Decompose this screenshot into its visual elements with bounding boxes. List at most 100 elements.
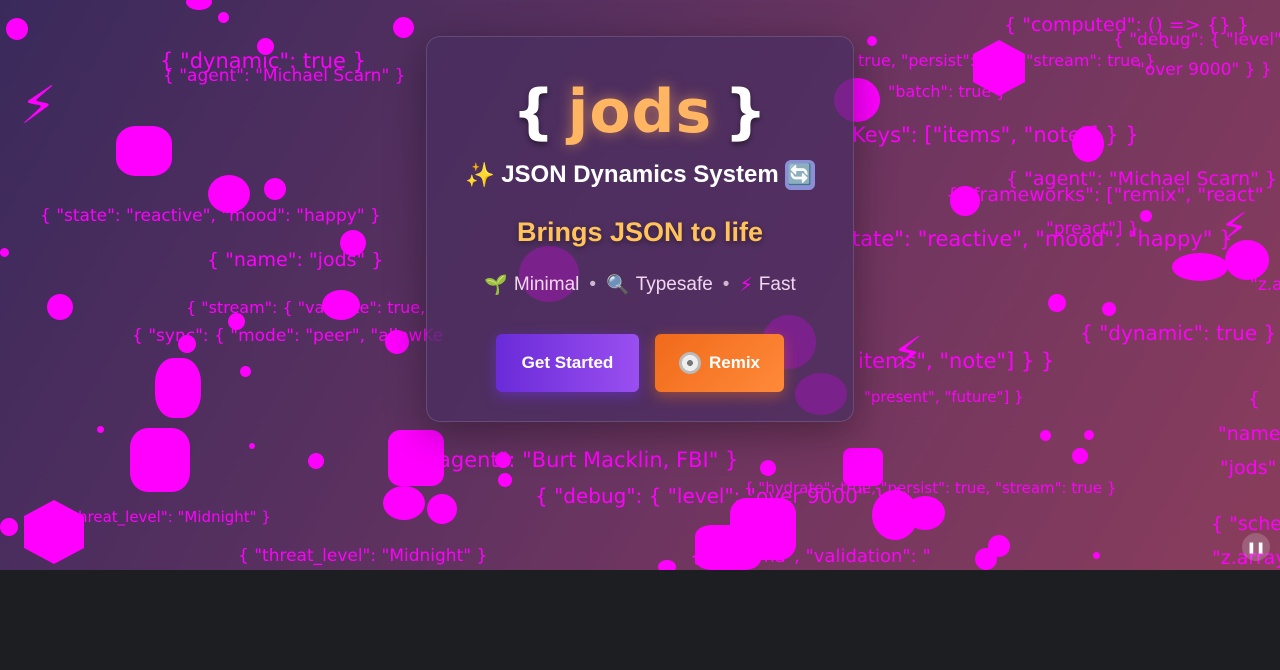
floating-particle — [1102, 302, 1116, 316]
floating-particle — [495, 452, 511, 468]
cta-buttons: Get Started Remix — [427, 334, 853, 392]
floating-particle — [228, 313, 245, 330]
subtitle: JSON Dynamics System — [501, 161, 779, 188]
floating-particle — [905, 496, 945, 530]
floating-json-snippet: hreat_level": "Midnight" } — [78, 508, 271, 526]
floating-particle — [218, 12, 229, 23]
floating-particle — [1093, 552, 1100, 559]
floating-json-snippet: "batch": true } — [888, 82, 1007, 101]
floating-particle — [1072, 448, 1088, 464]
floating-hexagon — [973, 40, 1025, 96]
floating-json-snippet: { "agent": "Michael Scarn" } — [1006, 168, 1278, 190]
floating-json-snippet: "z.arr — [1250, 275, 1280, 295]
magnifier-icon: 🔍 — [606, 275, 630, 296]
floating-particle — [1072, 126, 1104, 162]
floating-particle — [1084, 430, 1094, 440]
refresh-icon: 🔄 — [784, 160, 815, 190]
disc-icon — [678, 352, 701, 374]
floating-json-snippet: agent": "Burt Macklin, FBI" } — [438, 448, 739, 472]
floating-particle — [658, 560, 676, 570]
feature-list: 🌱 Minimal • 🔍 Typesafe • ⚡ Fast — [427, 273, 853, 297]
floating-particle — [340, 230, 366, 256]
floating-json-snippet: Keys": ["items", "note"] } } — [852, 123, 1139, 147]
floating-particle — [97, 426, 104, 433]
floating-particle — [6, 18, 28, 40]
floating-json-snippet: { "computed": () => {} } — [1004, 14, 1249, 36]
lightning-icon: ⚡ — [892, 329, 923, 378]
floating-json-snippet: { "threat_level": "Midnight" } — [238, 546, 488, 566]
lightning-icon: ⚡ — [20, 77, 57, 135]
floating-particle — [388, 430, 444, 486]
tagline: Brings JSON to life — [516, 217, 764, 247]
floating-json-snippet: { "frameworks": ["remix", "react" — [946, 184, 1264, 206]
floating-particle — [116, 126, 172, 176]
floating-particle — [867, 36, 877, 46]
floating-particle — [308, 453, 324, 469]
floating-particle — [730, 498, 796, 560]
floating-particle — [393, 17, 414, 38]
floating-json-snippet: { "stream": { "validate": true, — [186, 298, 426, 317]
floating-particle — [0, 518, 18, 536]
floating-particle — [385, 330, 409, 354]
logo-word: jods — [567, 77, 713, 147]
floating-particle — [427, 494, 457, 524]
floating-json-snippet: tate": "reactive", "mood": "happy" } — [852, 227, 1233, 251]
floating-particle — [130, 428, 190, 492]
logo-close-brace: } — [724, 77, 768, 147]
floating-json-snippet: { "agent": "Michael Scarn" } — [163, 66, 406, 86]
floating-particle — [1225, 240, 1269, 280]
floating-particle — [257, 38, 274, 55]
floating-json-snippet: { "dynamic": true } — [160, 49, 367, 73]
floating-particle — [695, 525, 761, 570]
get-started-button[interactable]: Get Started — [496, 334, 639, 392]
floating-particle — [322, 290, 360, 320]
feature-label: Typesafe — [635, 274, 713, 295]
floating-json-snippet: "over 9000" } } — [1137, 60, 1272, 80]
logo-open-brace: { — [512, 77, 556, 147]
floating-particle — [988, 535, 1010, 557]
feature-item: ⚡ Fast — [739, 274, 795, 297]
floating-json-snippet: { "hydrate": true, "persist": true, "str… — [744, 479, 1117, 497]
floating-particle — [1140, 210, 1152, 222]
floating-particle — [0, 248, 9, 257]
floating-particle — [264, 178, 286, 200]
hero-section: { "computed": () => {} } { "debug": { "l… — [0, 0, 1280, 570]
lightning-icon: ⚡ — [739, 274, 753, 296]
floating-particle — [760, 460, 776, 476]
lightning-icon: ⚡ — [1220, 206, 1249, 250]
floating-particle — [208, 175, 250, 213]
floating-json-snippet: { "schema", "validation": " — [690, 546, 931, 567]
floating-json-snippet: { "state": "reactive", "mood": "happy" } — [40, 206, 381, 226]
floating-particle — [240, 366, 251, 377]
floating-json-snippet: { "sche — [1211, 513, 1280, 535]
floating-particle — [383, 486, 425, 520]
floating-json-snippet: "preact"] } — [1046, 219, 1139, 239]
bottom-bar — [0, 570, 1280, 670]
floating-json-snippet: "present", "future"] } — [864, 388, 1024, 406]
floating-json-snippet: "stream": true } — [1026, 51, 1156, 70]
floating-particle — [1172, 253, 1228, 281]
logo: {jods} — [427, 77, 853, 147]
sparkles-icon: ✨ — [465, 161, 496, 189]
floating-particle — [155, 358, 201, 418]
pause-icon: ❚❚ — [1246, 541, 1266, 554]
floating-json-snippet: "name" — [1218, 423, 1280, 445]
feature-label: Fast — [758, 274, 796, 295]
floating-particle — [186, 0, 212, 10]
floating-json-snippet: { "debug": { "level": "over 9000" } } — [535, 484, 906, 508]
floating-particle — [178, 335, 196, 353]
floating-particle — [249, 443, 255, 449]
subtitle-row: ✨ JSON Dynamics System 🔄 — [427, 157, 853, 193]
floating-particle — [1040, 430, 1051, 441]
floating-json-snippet: { "sync": { "mode": "peer", "allowKe — [132, 326, 444, 346]
floating-json-snippet: "jods" — [1220, 457, 1277, 479]
pause-animation-button[interactable]: ❚❚ — [1242, 533, 1270, 561]
floating-particle — [498, 473, 512, 487]
floating-json-snippet: items", "note"] } } — [858, 349, 1055, 373]
sprout-icon: 🌱 — [484, 275, 508, 296]
floating-particle — [47, 294, 73, 320]
floating-particle — [975, 548, 997, 570]
floating-json-snippet: { "debug": { "level": — [1113, 30, 1280, 50]
floating-json-snippet: true, "persist": — [858, 51, 976, 70]
remix-button[interactable]: Remix — [655, 334, 784, 392]
